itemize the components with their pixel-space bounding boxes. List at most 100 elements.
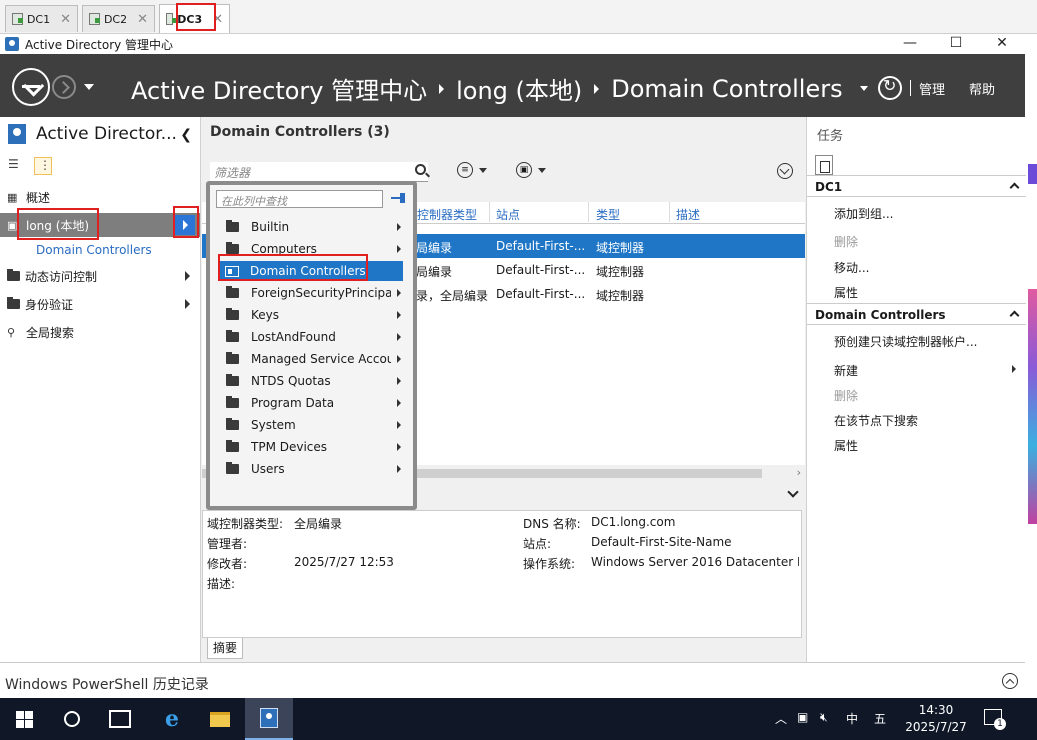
forward-arrow-icon[interactable]: [52, 75, 76, 99]
chevron-right-icon[interactable]: [185, 271, 190, 281]
list-item[interactable]: ForeignSecurityPrincipals: [220, 283, 403, 303]
expand-arrow-button[interactable]: [175, 215, 195, 235]
network-icon[interactable]: ▣: [797, 710, 808, 724]
show-hidden-icons[interactable]: ︿: [775, 710, 787, 727]
pin-icon[interactable]: [391, 193, 407, 203]
search-icon[interactable]: [415, 164, 426, 175]
view-options-button[interactable]: ≡: [457, 162, 487, 178]
close-icon[interactable]: ✕: [212, 12, 223, 27]
clock[interactable]: 14:30 2025/7/27: [898, 702, 974, 736]
expand-icon[interactable]: [777, 163, 793, 179]
task-add-to-group[interactable]: 添加到组...: [834, 205, 893, 222]
task-precreate-rodc[interactable]: 预创建只读域控制器帐户...: [834, 333, 977, 350]
powershell-history-bar[interactable]: Windows PowerShell 历史记录: [0, 662, 1025, 698]
list-item[interactable]: NTDS Quotas: [220, 371, 403, 391]
chevron-right-icon[interactable]: [397, 399, 401, 407]
tasks-pane: 任务 DC1 添加到组... 删除 移动... 属性 Domain Contro…: [806, 117, 1026, 662]
close-icon[interactable]: ✕: [137, 12, 148, 27]
nav-item-domain[interactable]: ▣ long (本地): [0, 213, 200, 237]
task-properties[interactable]: 属性: [834, 284, 858, 301]
nav-item-dynamic-access-control[interactable]: 动态访问控制: [0, 264, 200, 288]
vm-tab-dc1[interactable]: DC1 ✕: [5, 5, 78, 32]
ime-indicator[interactable]: 中: [846, 710, 858, 727]
chevron-right-icon[interactable]: [397, 311, 401, 319]
chevron-right-icon[interactable]: [397, 377, 401, 385]
tasks-section-dc1[interactable]: DC1: [807, 175, 1026, 197]
close-icon[interactable]: ✕: [60, 12, 71, 27]
back-arrow-icon[interactable]: [12, 68, 50, 106]
list-item[interactable]: Computers: [220, 239, 403, 259]
ime-mode-indicator[interactable]: 五: [874, 710, 886, 727]
refresh-icon[interactable]: [877, 76, 902, 100]
manage-menu[interactable]: 管理: [919, 79, 945, 98]
cell-site: Default-First-...: [496, 239, 586, 253]
chevron-right-icon[interactable]: [397, 223, 401, 231]
chevron-right-icon[interactable]: [397, 465, 401, 473]
task-new[interactable]: 新建: [834, 362, 1024, 379]
list-item[interactable]: Keys: [220, 305, 403, 325]
nav-item-global-search[interactable]: ⚲ 全局搜索: [0, 320, 200, 344]
list-view-icon[interactable]: [8, 157, 26, 175]
breadcrumb-domain[interactable]: long (本地): [456, 71, 582, 106]
breadcrumb-current[interactable]: Domain Controllers: [611, 75, 842, 103]
task-search-under-node[interactable]: 在该节点下搜索: [834, 412, 918, 429]
column-header-description[interactable]: 描述: [676, 206, 700, 223]
tree-view-icon[interactable]: [34, 157, 52, 175]
start-button[interactable]: [0, 698, 48, 740]
collapse-pane-icon[interactable]: ❮: [180, 127, 192, 143]
tab-summary[interactable]: 摘要: [207, 638, 243, 659]
volume-muted-icon[interactable]: 🔇︎: [820, 710, 828, 725]
ie-icon[interactable]: e: [148, 698, 196, 740]
chevron-right-icon[interactable]: [397, 355, 401, 363]
popup-search-input[interactable]: 在此列中查找: [216, 190, 383, 208]
list-item[interactable]: TPM Devices: [220, 437, 403, 457]
domain-controllers-icon: [225, 265, 239, 277]
tasks-section-domain-controllers[interactable]: Domain Controllers: [807, 303, 1026, 325]
task-move[interactable]: 移动...: [834, 259, 869, 276]
nav-item-overview[interactable]: ▦ 概述: [0, 185, 200, 209]
list-item[interactable]: Program Data: [220, 393, 403, 413]
task-view-icon[interactable]: [96, 698, 144, 740]
list-item[interactable]: System: [220, 415, 403, 435]
minimize-button[interactable]: —: [887, 34, 933, 54]
chevron-up-icon[interactable]: [1009, 182, 1020, 193]
search-icon[interactable]: [48, 698, 96, 740]
breadcrumb-separator-icon[interactable]: [594, 83, 600, 94]
ad-admin-center-taskbar-icon[interactable]: [245, 698, 293, 740]
task-properties[interactable]: 属性: [834, 437, 858, 454]
column-header-type[interactable]: 类型: [596, 206, 620, 223]
column-header-site[interactable]: 站点: [496, 206, 520, 223]
chevron-right-icon[interactable]: [397, 443, 401, 451]
chevron-down-icon[interactable]: [859, 85, 868, 91]
history-dropdown-icon[interactable]: [84, 84, 94, 90]
column-header-dc-type[interactable]: 控制器类型: [417, 206, 477, 223]
breadcrumb-separator-icon[interactable]: [439, 83, 445, 94]
chevron-right-icon[interactable]: [397, 245, 401, 253]
expand-icon[interactable]: [1002, 673, 1018, 689]
detail-label: 管理者:: [207, 537, 248, 551]
collapse-details-icon[interactable]: [787, 486, 799, 498]
save-query-button[interactable]: ▣: [516, 162, 546, 178]
list-item[interactable]: Builtin: [220, 217, 403, 237]
chevron-right-icon[interactable]: [397, 333, 401, 341]
chevron-right-icon[interactable]: [397, 421, 401, 429]
clipboard-icon[interactable]: [815, 155, 833, 175]
close-button[interactable]: ✕: [979, 34, 1025, 54]
nav-item-authentication[interactable]: 身份验证: [0, 292, 200, 316]
list-item[interactable]: LostAndFound: [220, 327, 403, 347]
maximize-button[interactable]: ☐: [933, 34, 979, 54]
filter-input[interactable]: 筛选器: [210, 162, 428, 182]
chevron-right-icon[interactable]: [397, 289, 401, 297]
scroll-right-icon[interactable]: ›: [797, 466, 801, 479]
list-item-selected[interactable]: Domain Controllers: [220, 261, 403, 281]
vm-tab-dc2[interactable]: DC2 ✕: [82, 5, 155, 32]
list-item[interactable]: Managed Service Accounts: [220, 349, 403, 369]
list-item[interactable]: Users: [220, 459, 403, 479]
file-explorer-icon[interactable]: [196, 698, 244, 740]
chevron-right-icon[interactable]: [185, 299, 190, 309]
vm-tab-dc3[interactable]: DC3 ✕: [159, 4, 230, 33]
help-menu[interactable]: 帮助: [969, 79, 995, 98]
nav-item-domain-controllers[interactable]: Domain Controllers: [36, 243, 152, 257]
chevron-up-icon[interactable]: [1009, 310, 1020, 321]
breadcrumb-root[interactable]: Active Directory 管理中心: [131, 71, 427, 106]
